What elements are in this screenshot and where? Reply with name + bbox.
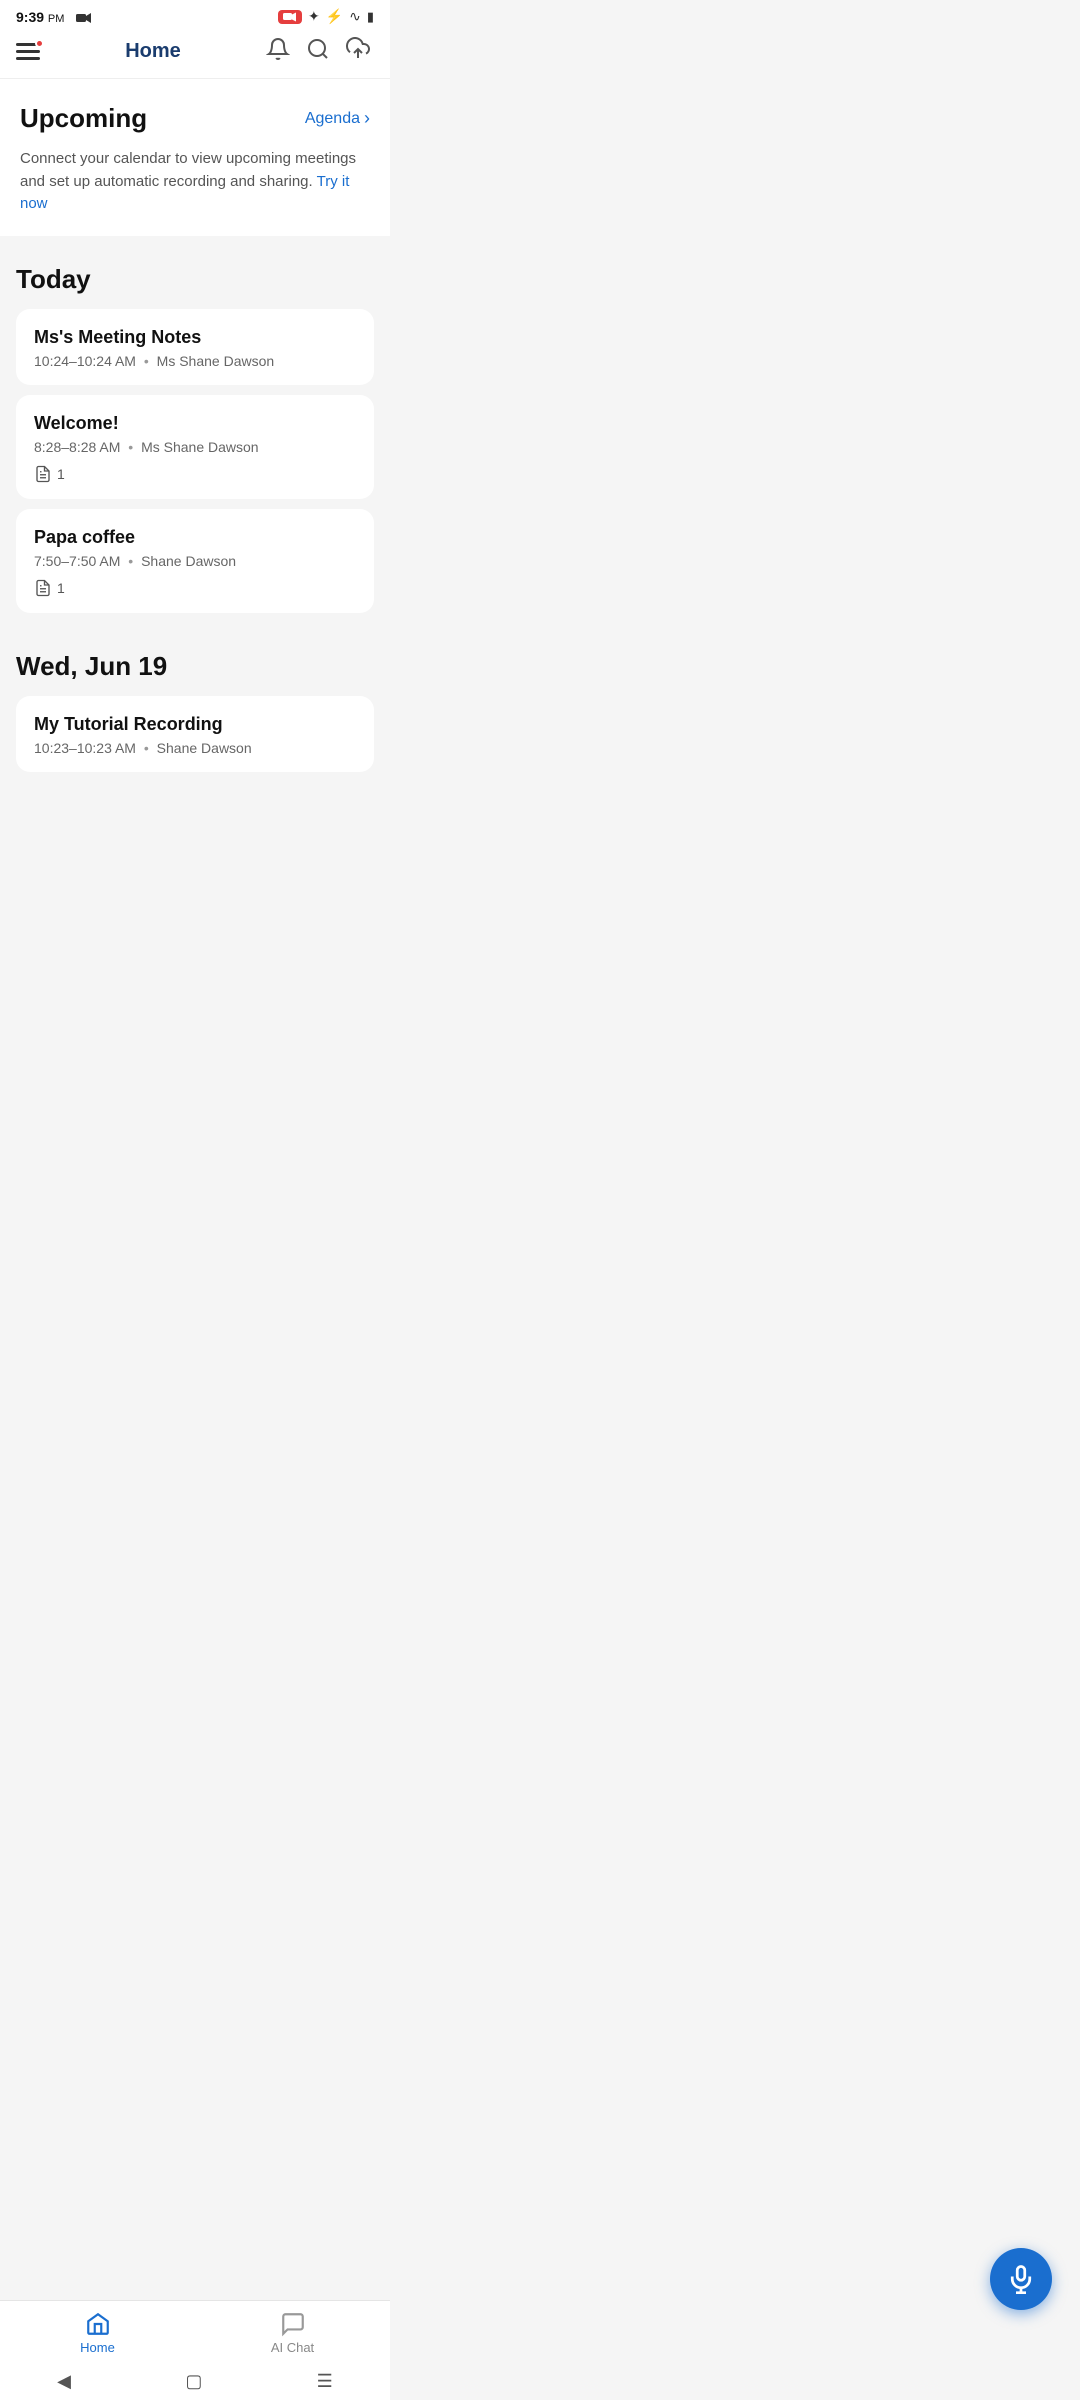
status-time: 9:39 PM (16, 9, 92, 25)
upcoming-title: Upcoming (20, 103, 147, 134)
page-title: Home (125, 40, 181, 63)
upcoming-section: Upcoming Agenda › Connect your calendar … (0, 79, 390, 236)
wednesday-section: Wed, Jun 19 My Tutorial Recording 10:23–… (0, 631, 390, 790)
recents-button[interactable]: ☰ (317, 2371, 333, 2392)
bluetooth-icon: ✦ (308, 8, 320, 25)
home-nav-label: Home (80, 2340, 115, 2355)
meeting-card[interactable]: Ms's Meeting Notes 10:24–10:24 AM • Ms S… (16, 309, 374, 385)
today-title: Today (16, 264, 374, 295)
status-icons: ✦ ⚡ ∿ ▮ (278, 8, 374, 25)
meeting-count: 1 (34, 465, 356, 483)
meeting-meta: 10:24–10:24 AM • Ms Shane Dawson (34, 353, 356, 369)
microphone-icon (1006, 2264, 1036, 2294)
ai-chat-nav-label: AI Chat (271, 2340, 314, 2355)
android-nav: ◀ ▢ ☰ (0, 2363, 390, 2400)
note-icon (34, 579, 52, 597)
ai-chat-icon (280, 2311, 306, 2337)
bottom-nav: Home AI Chat ◀ ▢ ☰ (0, 2300, 390, 2400)
upload-button[interactable] (346, 37, 374, 66)
record-fab[interactable] (990, 2248, 1052, 2310)
bell-icon (266, 37, 290, 61)
meeting-count: 1 (34, 579, 356, 597)
notification-dot (35, 39, 44, 48)
meeting-meta: 7:50–7:50 AM • Shane Dawson (34, 553, 356, 569)
nav-ai-chat[interactable]: AI Chat (195, 2301, 390, 2363)
today-section: Today Ms's Meeting Notes 10:24–10:24 AM … (0, 244, 390, 631)
upload-icon (346, 37, 374, 61)
notification-button[interactable] (266, 37, 290, 66)
search-button[interactable] (306, 37, 330, 66)
wednesday-title: Wed, Jun 19 (16, 651, 374, 682)
menu-button[interactable] (16, 43, 40, 61)
battery-icon: ▮ (367, 9, 374, 25)
upcoming-header: Upcoming Agenda › (20, 103, 370, 134)
home-icon (85, 2311, 111, 2337)
meeting-name: My Tutorial Recording (34, 714, 356, 735)
header-actions (266, 37, 374, 66)
wifi-icon: ∿ (349, 8, 361, 25)
upcoming-description: Connect your calendar to view upcoming m… (20, 148, 370, 216)
note-icon (34, 465, 52, 483)
meeting-meta: 8:28–8:28 AM • Ms Shane Dawson (34, 439, 356, 455)
meeting-name: Ms's Meeting Notes (34, 327, 356, 348)
meeting-card[interactable]: Welcome! 8:28–8:28 AM • Ms Shane Dawson … (16, 395, 374, 499)
flash-icon: ⚡ (326, 8, 343, 25)
meeting-card[interactable]: My Tutorial Recording 10:23–10:23 AM • S… (16, 696, 374, 772)
agenda-link[interactable]: Agenda › (305, 108, 370, 129)
status-bar: 9:39 PM ✦ ⚡ ∿ ▮ (0, 0, 390, 29)
meeting-name: Welcome! (34, 413, 356, 434)
meeting-name: Papa coffee (34, 527, 356, 548)
nav-home[interactable]: Home (0, 2301, 195, 2363)
meeting-card[interactable]: Papa coffee 7:50–7:50 AM • Shane Dawson … (16, 509, 374, 613)
search-icon (306, 37, 330, 61)
app-header: Home (0, 29, 390, 79)
nav-bar: Home AI Chat (0, 2300, 390, 2363)
home-button[interactable]: ▢ (185, 2371, 202, 2392)
video-icon (76, 12, 92, 24)
chevron-right-icon: › (364, 108, 370, 129)
meeting-meta: 10:23–10:23 AM • Shane Dawson (34, 740, 356, 756)
recording-indicator (278, 10, 302, 24)
main-content: Upcoming Agenda › Connect your calendar … (0, 79, 390, 870)
back-button[interactable]: ◀ (57, 2371, 71, 2392)
